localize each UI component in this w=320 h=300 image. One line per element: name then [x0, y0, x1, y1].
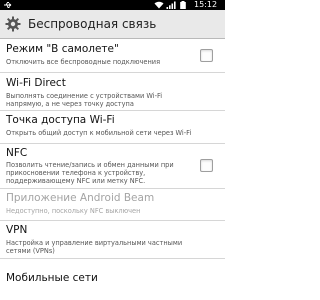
setting-title: Точка доступа Wi-Fi — [6, 114, 115, 126]
setting-wifi-hotspot[interactable]: Точка доступа Wi-Fi Открыть общий доступ… — [0, 111, 225, 144]
setting-nfc[interactable]: NFC Позволить чтение/запись и обмен данн… — [0, 144, 225, 189]
setting-title: Приложение Android Beam — [6, 192, 155, 204]
status-bar: 15:12 — [0, 0, 225, 10]
battery-icon — [180, 1, 186, 9]
wifi-icon — [154, 1, 164, 9]
setting-airplane-mode[interactable]: Режим "В самолете" Отключить все беспров… — [0, 40, 225, 73]
status-time: 15:12 — [194, 0, 218, 9]
setting-summary: Выполнять соединение с устройствами Wi-F… — [6, 92, 163, 108]
setting-summary: Позволить чтение/запись и обмен данными … — [6, 161, 174, 185]
gear-icon — [5, 16, 21, 32]
setting-vpn[interactable]: VPN Настройка и управление виртуальными … — [0, 221, 225, 259]
setting-title: VPN — [6, 224, 28, 236]
setting-wifi-direct[interactable]: Wi-Fi Direct Выполнять соединение с устр… — [0, 73, 225, 111]
setting-mobile-networks[interactable]: Мобильные сети — [0, 259, 225, 300]
nfc-checkbox[interactable] — [200, 159, 213, 172]
setting-summary: Отключить все беспроводные подключения — [6, 58, 161, 66]
setting-android-beam: Приложение Android Beam Недоступно, поск… — [0, 189, 225, 221]
setting-title: Wi-Fi Direct — [6, 77, 66, 89]
setting-summary: Открыть общий доступ к мобильной сети че… — [6, 129, 192, 137]
setting-summary: Недоступно, поскольку NFC выключен — [6, 207, 141, 215]
setting-title: Мобильные сети — [6, 272, 98, 284]
airplane-mode-checkbox[interactable] — [200, 49, 213, 62]
title-bar: Беспроводная связь — [0, 10, 225, 39]
usb-icon — [4, 2, 12, 8]
setting-title: NFC — [6, 147, 28, 159]
page-title: Беспроводная связь — [28, 17, 157, 31]
setting-summary: Настройка и управление виртуальными част… — [6, 239, 183, 255]
signal-icon — [166, 1, 176, 9]
setting-title: Режим "В самолете" — [6, 43, 119, 55]
